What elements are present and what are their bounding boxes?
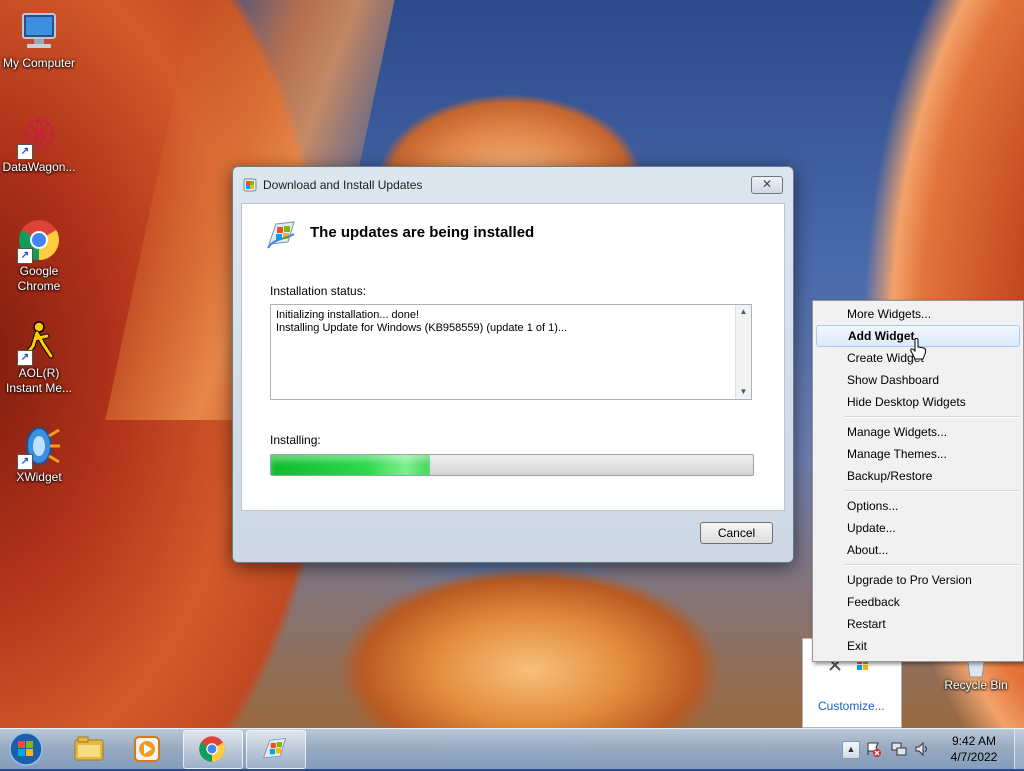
progress-label: Installing: [270, 433, 321, 447]
start-button[interactable] [6, 730, 46, 768]
taskbar-media-player-button[interactable] [120, 730, 178, 767]
menu-separator [844, 416, 1020, 418]
show-desktop-button[interactable] [1014, 729, 1024, 769]
desktop-icon-label: AOL(R) Instant Me... [5, 366, 73, 395]
shortcut-arrow-icon: ↗ [17, 248, 33, 264]
desktop-icon-label: Google Chrome [17, 264, 61, 293]
menu-item-exit[interactable]: Exit [816, 635, 1020, 657]
menu-item-more-widgets[interactable]: More Widgets... [816, 303, 1020, 325]
status-log[interactable]: Initializing installation... done! Insta… [270, 304, 752, 400]
volume-icon[interactable] [914, 741, 930, 760]
menu-item-about[interactable]: About... [816, 539, 1020, 561]
install-progress-bar [270, 454, 754, 476]
dialog-footer: Cancel [233, 512, 791, 560]
menu-separator [844, 490, 1020, 492]
close-button[interactable]: ✕ [751, 176, 783, 194]
desktop-icon-aol[interactable]: ↗ AOL(R) Instant Me... [0, 320, 78, 396]
explorer-icon [74, 736, 104, 765]
xwidget-icon: ↗ [17, 424, 61, 470]
clock-date: 4/7/2022 [950, 750, 998, 764]
dialog-title: Download and Install Updates [263, 178, 423, 192]
status-line: Installing Update for Windows (KB958559)… [276, 322, 568, 334]
desktop-icon-label: XWidget [16, 470, 62, 484]
status-scrollbar[interactable]: ▲ ▼ [735, 305, 751, 399]
windows-update-icon [261, 735, 289, 766]
taskbar-windows-update-button[interactable] [246, 730, 306, 769]
action-center-icon[interactable] [866, 741, 882, 760]
menu-item-manage-themes[interactable]: Manage Themes... [816, 443, 1020, 465]
menu-item-show-dashboard[interactable]: Show Dashboard [816, 369, 1020, 391]
menu-separator [844, 564, 1020, 566]
status-label: Installation status: [270, 284, 367, 298]
desktop-icon-google-chrome[interactable]: ↗ Google Chrome [0, 218, 78, 294]
shortcut-arrow-icon: ↗ [17, 454, 33, 470]
menu-item-upgrade-to-pro-version[interactable]: Upgrade to Pro Version [816, 569, 1020, 591]
taskbar-chrome-button[interactable] [183, 730, 243, 769]
chrome-icon [198, 735, 226, 766]
dialog-content: The updates are being installed Installa… [241, 203, 785, 511]
menu-item-restart[interactable]: Restart [816, 613, 1020, 635]
hand-cursor-icon [910, 337, 928, 363]
shortcut-arrow-icon: ↗ [17, 350, 33, 366]
taskbar: ▲ 9:42 AM 4/7/2022 [0, 728, 1024, 769]
show-hidden-icons-button[interactable]: ▲ [842, 741, 860, 759]
status-line: Initializing installation... done! [276, 309, 420, 321]
menu-item-update[interactable]: Update... [816, 517, 1020, 539]
datawagon-icon: ↗ [17, 114, 61, 160]
aol-icon: ↗ [17, 320, 61, 366]
scroll-down-icon[interactable]: ▼ [736, 385, 751, 399]
desktop-icon-my-computer[interactable]: My Computer [0, 10, 78, 71]
desktop-icon-xwidget[interactable]: ↗ XWidget [0, 424, 78, 485]
taskbar-explorer-button[interactable] [60, 730, 118, 767]
customize-link[interactable]: Customize... [818, 699, 885, 713]
menu-item-backup-restore[interactable]: Backup/Restore [816, 465, 1020, 487]
network-icon[interactable] [891, 741, 907, 760]
menu-item-options[interactable]: Options... [816, 495, 1020, 517]
media-player-icon [134, 736, 160, 765]
taskbar-clock[interactable]: 9:42 AM 4/7/2022 [938, 733, 1010, 765]
progress-fill [271, 455, 431, 475]
cancel-button[interactable]: Cancel [700, 522, 773, 544]
install-updates-dialog: Download and Install Updates ✕ The updat… [232, 166, 794, 563]
desktop-icon-datawagon[interactable]: ↗ DataWagon... [0, 114, 78, 175]
dialog-titlebar[interactable]: Download and Install Updates ✕ [233, 167, 793, 201]
windows-update-icon [243, 178, 257, 192]
clock-time: 9:42 AM [951, 734, 997, 748]
chrome-icon: ↗ [17, 218, 61, 264]
desktop-icon-label: Recycle Bin [944, 678, 1008, 692]
desktop-icon-label: My Computer [2, 56, 76, 70]
shortcut-arrow-icon: ↗ [17, 144, 33, 160]
close-icon: ✕ [761, 177, 773, 191]
menu-item-hide-desktop-widgets[interactable]: Hide Desktop Widgets [816, 391, 1020, 413]
menu-item-feedback[interactable]: Feedback [816, 591, 1020, 613]
desktop-icon-label: DataWagon... [2, 160, 76, 174]
menu-item-manage-widgets[interactable]: Manage Widgets... [816, 421, 1020, 443]
dialog-heading: The updates are being installed [310, 224, 535, 241]
windows-update-icon [266, 218, 298, 250]
computer-icon [17, 10, 61, 54]
scroll-up-icon[interactable]: ▲ [736, 305, 751, 319]
